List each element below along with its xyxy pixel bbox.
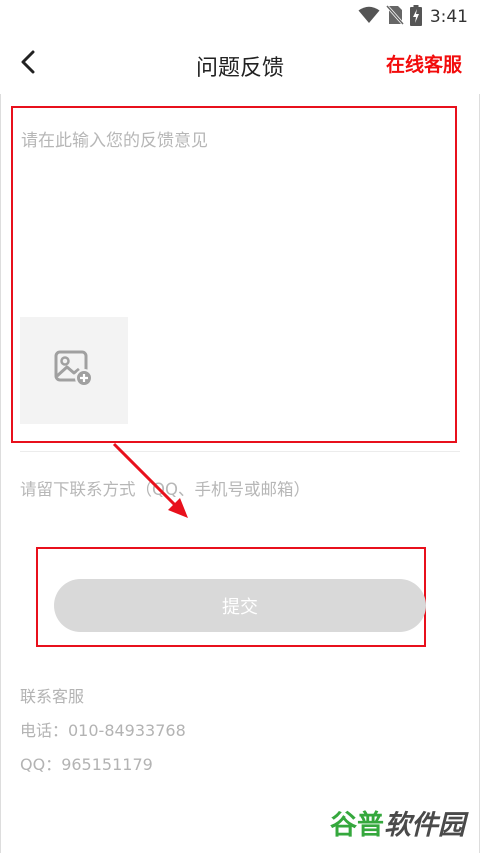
wifi-icon xyxy=(358,6,380,28)
left-edge-line xyxy=(0,34,1,853)
online-service-link[interactable]: 在线客服 xyxy=(386,50,462,77)
status-time: 3:41 xyxy=(429,7,468,27)
submit-button[interactable]: 提交 xyxy=(54,579,426,632)
status-icons: 3:41 xyxy=(358,4,468,30)
battery-charging-icon xyxy=(409,4,422,30)
watermark-logo: 谷普 软件园 xyxy=(330,803,465,842)
watermark-logo-part1: 谷普 xyxy=(330,810,384,841)
chevron-left-icon xyxy=(20,50,36,78)
contact-info-phone: 电话：010-84933768 xyxy=(20,721,186,740)
no-sim-icon xyxy=(385,5,404,29)
watermark-logo-part2: 软件园 xyxy=(384,810,465,841)
back-button[interactable] xyxy=(10,46,46,82)
add-image-button[interactable] xyxy=(20,317,128,424)
status-bar: 3:41 xyxy=(0,0,480,34)
divider xyxy=(20,451,460,452)
contact-info: 联系客服 电话：010-84933768 QQ：965151179 xyxy=(20,684,186,786)
feedback-input[interactable] xyxy=(21,126,449,306)
submit-highlight-frame: 提交 xyxy=(36,547,426,647)
feedback-area xyxy=(11,106,457,443)
contact-info-title: 联系客服 xyxy=(20,687,85,706)
contact-input[interactable] xyxy=(20,472,460,506)
header: 问题反馈 在线客服 xyxy=(0,34,480,94)
image-add-icon xyxy=(54,350,94,392)
contact-info-qq: QQ：965151179 xyxy=(20,755,153,774)
